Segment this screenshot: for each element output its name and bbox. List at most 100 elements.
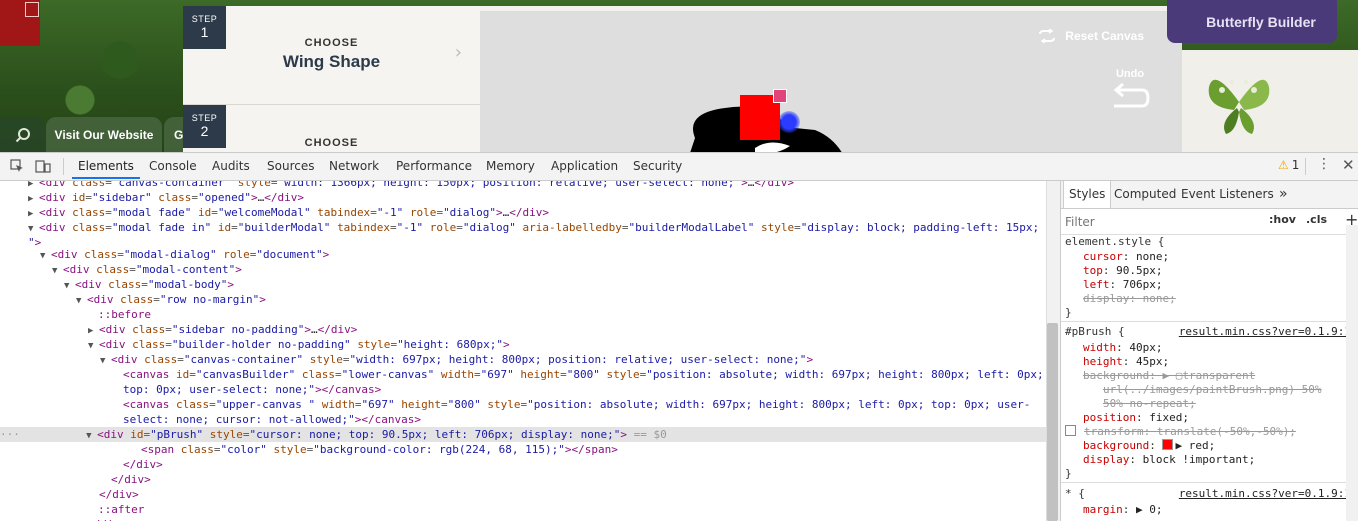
tree-line[interactable]: select: none; cursor: not-allowed;"></ca… <box>123 412 1046 427</box>
tab-network[interactable]: Network <box>329 153 379 179</box>
tree-line[interactable]: </div> <box>87 517 1046 521</box>
css-declaration[interactable]: height: 45px; <box>1083 355 1169 369</box>
tree-line[interactable]: </div> <box>123 457 1046 472</box>
paint-brush-cursor <box>740 89 787 140</box>
css-declaration[interactable]: top: 90.5px; <box>1083 264 1162 278</box>
devtools-toolbar: Elements Console Audits Sources Network … <box>0 153 1358 181</box>
brush-stroke <box>778 111 800 133</box>
tab-computed[interactable]: Computed <box>1114 181 1176 208</box>
css-declaration[interactable]: position: fixed; <box>1083 411 1189 425</box>
step-title: Wing Shape <box>282 52 381 71</box>
tree-line[interactable]: ::before <box>98 307 1046 322</box>
tab-application[interactable]: Application <box>551 153 618 179</box>
tree-line[interactable]: ▶ <div class="modal fade" id="welcomeModa… <box>28 205 1046 220</box>
pbrush-source-link[interactable]: result.min.css?ver=0.1.9:1 <box>1179 325 1351 339</box>
tree-line[interactable]: ▼ <div class="modal-dialog" role="documen… <box>40 247 1046 262</box>
tab-event-listeners[interactable]: Event Listeners <box>1181 181 1274 208</box>
element-style-selector: element.style { <box>1065 235 1165 248</box>
tab-styles[interactable]: Styles <box>1063 181 1112 208</box>
tree-line[interactable]: ▶ <div class="canvas-container" style="wi… <box>28 181 1046 190</box>
builder-canvas[interactable]: Reset Canvas Undo <box>480 11 1182 152</box>
undo-label: Undo <box>1115 68 1145 80</box>
builder-modal: STEP 1 CHOOSE Wing Shape › STEP 2 CHOOSE <box>183 6 1182 152</box>
tab-performance[interactable]: Performance <box>396 153 472 179</box>
search-button[interactable] <box>0 117 46 152</box>
pbrush-selector: #pBrush { <box>1065 325 1125 338</box>
css-declaration-overridden: url(../images/paintBrush.png) 50% <box>1103 383 1322 396</box>
tree-line[interactable]: ▼ <div class="builder-holder no-padding" … <box>88 337 1046 352</box>
declaration-checkbox[interactable] <box>1065 425 1076 436</box>
css-declaration-overridden[interactable]: display: none; <box>1083 292 1176 306</box>
css-declaration[interactable]: cursor: none; <box>1083 250 1169 264</box>
elements-tree[interactable]: ▶ <div class="canvas-container" style="wi… <box>0 181 1046 521</box>
chevron-right-icon: › <box>454 42 462 63</box>
tree-line-selected[interactable]: ··· ▼ <div id="pBrush" style="cursor: non… <box>0 427 1046 442</box>
red-square-outline <box>25 2 39 17</box>
tab-sources[interactable]: Sources <box>267 153 314 179</box>
more-tabs-icon[interactable]: » <box>1279 181 1288 208</box>
reset-canvas-label: Reset Canvas <box>1065 29 1144 43</box>
tab-audits[interactable]: Audits <box>212 153 250 179</box>
css-declaration-overridden[interactable]: background: ▶ ▢transparent <box>1083 369 1255 383</box>
universal-source-link[interactable]: result.min.css?ver=0.1.9:1 <box>1179 487 1351 501</box>
warnings-indicator[interactable]: ⚠ 1 <box>1278 158 1299 172</box>
step-1-card[interactable]: STEP 1 CHOOSE Wing Shape › <box>183 6 480 105</box>
tree-line[interactable]: ▼ <div class="modal-body"> <box>64 277 1046 292</box>
css-declaration-disabled[interactable]: transform: translate(-50%,-50%); <box>1065 425 1296 439</box>
css-declaration[interactable]: width: 40px; <box>1083 341 1163 355</box>
search-icon <box>15 127 30 142</box>
styles-pane: Styles Computed Event Listeners » :hov .… <box>1060 181 1358 521</box>
red-color-swatch[interactable] <box>1162 439 1174 450</box>
tree-line[interactable]: <span class="color" style="background-co… <box>141 442 1046 457</box>
close-brace: } <box>1065 306 1072 319</box>
butterfly-logo-icon <box>1208 79 1270 134</box>
more-options-icon[interactable]: ⋮ <box>1317 156 1331 172</box>
styles-filter-input[interactable] <box>1063 212 1257 231</box>
inspect-element-icon[interactable] <box>10 159 24 173</box>
universal-selector: * { <box>1065 487 1085 500</box>
tree-line[interactable]: </div> <box>99 487 1046 502</box>
rule-divider <box>1061 321 1358 322</box>
tree-line[interactable]: top: 0px; user-select: none;"></canvas> <box>123 382 1046 397</box>
undo-button[interactable]: Undo <box>1110 68 1150 117</box>
class-toggle[interactable]: .cls <box>1306 213 1327 226</box>
tree-line[interactable]: ▶ <div id="sidebar" class="opened">…</div… <box>28 190 1046 205</box>
tab-memory[interactable]: Memory <box>486 153 535 179</box>
css-declaration[interactable]: display: block !important; <box>1083 453 1255 467</box>
hover-state-toggle[interactable]: :hov <box>1269 213 1296 226</box>
reset-icon <box>1039 29 1056 43</box>
step-label: STEP <box>191 113 218 123</box>
tab-security[interactable]: Security <box>633 153 682 179</box>
tree-line[interactable]: ▶ <div class="sidebar no-padding">…</div> <box>88 322 1046 337</box>
tree-line[interactable]: ▼ <div class="canvas-container" style="wi… <box>100 352 1046 367</box>
css-declaration[interactable]: left: 706px; <box>1083 278 1163 292</box>
undo-icon <box>1113 82 1150 108</box>
warning-icon: ⚠ <box>1278 158 1289 172</box>
tab-console[interactable]: Console <box>149 153 197 179</box>
butterfly-builder-button[interactable]: Butterfly Builder <box>1167 0 1337 43</box>
warning-count: 1 <box>1291 158 1300 172</box>
tree-line[interactable]: <canvas id="canvasBuilder" class="lower-… <box>123 367 1046 382</box>
red-square <box>0 0 40 46</box>
visit-website-button[interactable]: Visit Our Website <box>46 117 162 152</box>
tree-line[interactable]: ▼ <div class="row no-margin"> <box>76 292 1046 307</box>
tab-elements[interactable]: Elements <box>72 153 140 179</box>
step-2-card[interactable]: STEP 2 CHOOSE <box>183 105 480 152</box>
close-devtools-icon[interactable]: ✕ <box>1342 156 1355 174</box>
page-viewport: Visit Our Website G STEP 1 CHOOSE Wing S… <box>0 0 1358 152</box>
tree-line[interactable]: ▼ <div class="modal fade in" id="builderM… <box>28 220 1046 235</box>
css-declaration[interactable]: margin: ▶ 0; <box>1083 503 1163 517</box>
tree-line[interactable]: ::after <box>98 502 1046 517</box>
styles-scrollbar[interactable] <box>1346 225 1358 521</box>
close-brace: } <box>1065 467 1072 480</box>
tree-scrollbar-thumb[interactable] <box>1047 323 1058 521</box>
brush-color-swatch <box>773 89 787 103</box>
tree-line[interactable]: ▼ <div class="modal-content"> <box>52 262 1046 277</box>
tree-line[interactable]: <canvas class="upper-canvas " width="697… <box>123 397 1046 412</box>
devtools-panel: Elements Console Audits Sources Network … <box>0 152 1358 521</box>
reset-canvas-button[interactable]: Reset Canvas <box>1037 29 1144 43</box>
tree-line[interactable]: </div> <box>111 472 1046 487</box>
device-toolbar-icon[interactable] <box>35 159 51 173</box>
css-declaration[interactable]: background: ▶ red; <box>1083 439 1215 453</box>
styles-filter-row: :hov .cls + <box>1061 209 1358 235</box>
